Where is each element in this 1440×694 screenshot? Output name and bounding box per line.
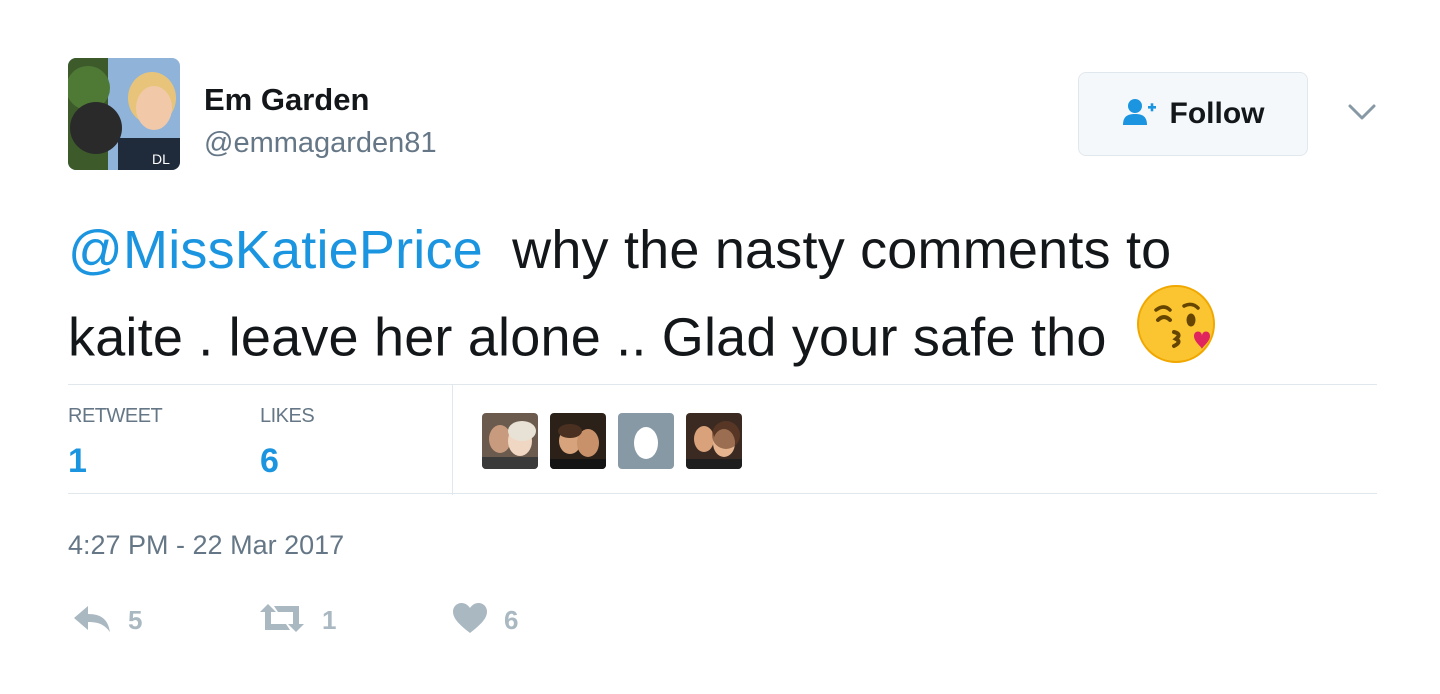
follow-button-label: Follow xyxy=(1169,97,1265,130)
retweet-button[interactable]: 1 xyxy=(258,602,336,639)
like-count: 6 xyxy=(504,605,519,635)
retweets-count: 1 xyxy=(68,442,87,480)
default-egg-avatar-icon[interactable] xyxy=(618,413,674,469)
heart-icon xyxy=(452,602,488,639)
tweet-text-line-1: @MissKatiePrice why the nasty comments t… xyxy=(68,210,1368,290)
retweets-label: RETWEET xyxy=(68,405,163,427)
like-button[interactable]: 6 xyxy=(452,602,518,639)
user-name[interactable]: Em Garden xyxy=(204,82,369,118)
mention-link[interactable]: @MissKatiePrice xyxy=(68,220,483,280)
liker-avatar[interactable] xyxy=(686,413,742,469)
retweet-count: 1 xyxy=(322,605,337,635)
liker-avatar[interactable] xyxy=(482,413,538,469)
user-handle[interactable]: @emmagarden81 xyxy=(204,126,437,160)
retweets-stat[interactable]: RETWEET 1 xyxy=(68,405,163,481)
liker-avatar[interactable] xyxy=(550,413,606,469)
retweet-icon xyxy=(258,602,306,639)
user-avatar[interactable]: DL xyxy=(68,58,180,170)
tweet-text-part-2: kaite . leave her alone .. Glad your saf… xyxy=(68,307,1107,368)
reply-button[interactable]: 5 xyxy=(72,602,142,639)
stats-divider xyxy=(452,385,453,495)
tweet-text-part-1: why the nasty comments to xyxy=(512,220,1172,280)
tweet-stats: RETWEET 1 LIKES 6 xyxy=(68,384,1377,495)
follow-user-icon xyxy=(1122,97,1158,132)
svg-text:DL: DL xyxy=(152,151,170,167)
likes-count: 6 xyxy=(260,442,279,480)
tweet-card: DL Em Garden @emmagarden81 Follow @MissK… xyxy=(0,0,1440,694)
likes-label: LIKES xyxy=(260,405,315,427)
tweet-text: @MissKatiePrice why the nasty comments t… xyxy=(68,210,1368,392)
tweet-text-line-2: kaite . leave her alone .. Glad your saf… xyxy=(68,285,1368,392)
likes-stat[interactable]: LIKES 6 xyxy=(260,405,315,481)
follow-button[interactable]: Follow xyxy=(1078,72,1308,156)
tweet-timestamp[interactable]: 4:27 PM - 22 Mar 2017 xyxy=(68,530,344,561)
reply-count: 5 xyxy=(128,605,143,635)
chevron-down-icon[interactable] xyxy=(1346,98,1378,126)
liker-avatars xyxy=(482,413,742,469)
kissing-face-emoji-icon xyxy=(1136,284,1216,386)
reply-icon xyxy=(72,602,112,639)
